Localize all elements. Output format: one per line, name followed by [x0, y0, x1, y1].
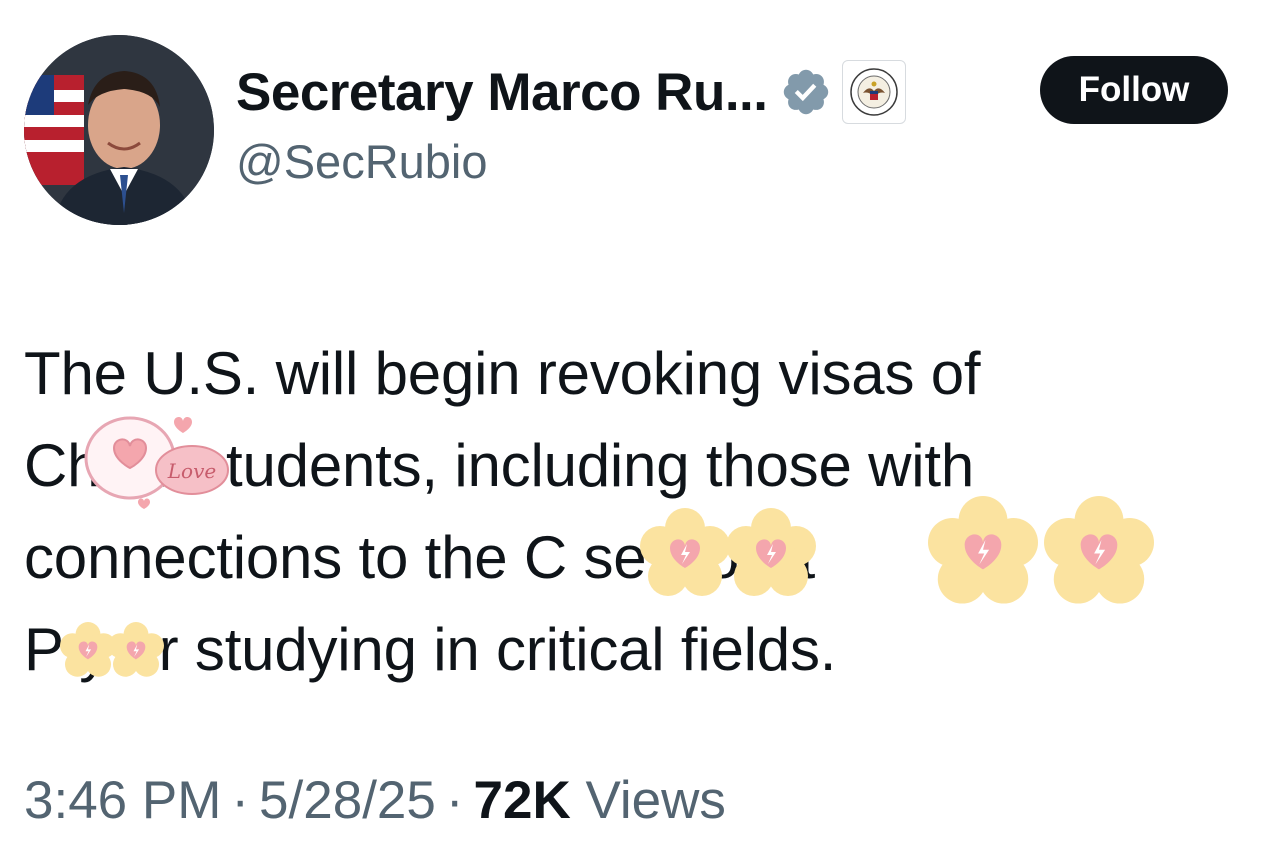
tweet-text: The U.S. will begin revoking visas of Ch… — [24, 340, 981, 683]
tweet-time[interactable]: 3:46 PM — [24, 771, 221, 830]
department-of-state-seal-icon[interactable] — [841, 60, 906, 124]
author-header: Secretary Marco Ru... @SecRubio — [236, 56, 906, 189]
views-label: Views — [585, 771, 726, 830]
handle[interactable]: @SecRubio — [236, 134, 906, 189]
separator: · — [445, 771, 464, 830]
tweet-date[interactable]: 5/28/25 — [259, 771, 436, 830]
views-count[interactable]: 72K — [474, 771, 571, 830]
tweet-card: Secretary Marco Ru... @SecRubio Follow T… — [0, 0, 1276, 846]
follow-button[interactable]: Follow — [1040, 56, 1228, 124]
avatar[interactable] — [24, 35, 214, 225]
separator: · — [231, 771, 250, 830]
tweet-meta: 3:46 PM · 5/28/25 · 72K Views — [24, 770, 726, 831]
name-row: Secretary Marco Ru... — [236, 56, 906, 128]
verified-checkmark-icon[interactable] — [780, 66, 832, 118]
display-name[interactable]: Secretary Marco Ru... — [236, 62, 768, 123]
avatar-photo — [24, 35, 214, 225]
